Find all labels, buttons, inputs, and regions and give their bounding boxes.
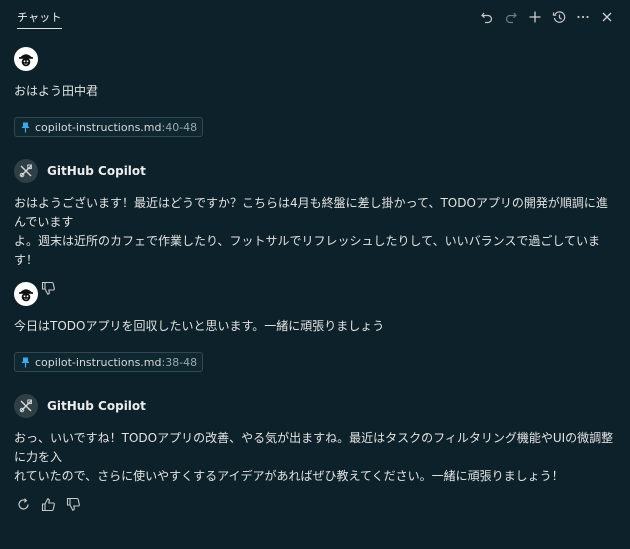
reference-file: copilot-instructions.md <box>35 355 162 369</box>
sender-name: GitHub Copilot <box>47 164 146 178</box>
close-icon[interactable] <box>598 8 616 26</box>
sender-name: GitHub Copilot <box>47 399 146 413</box>
new-chat-icon[interactable] <box>526 8 544 26</box>
assistant-message: GitHub Copilot おはようございます！最近はどうですか？こちらは4月… <box>14 159 614 297</box>
tab-chat[interactable]: チャット <box>17 9 62 29</box>
user-avatar <box>14 282 38 306</box>
tools-icon <box>19 399 32 413</box>
copilot-avatar <box>14 159 38 183</box>
file-reference[interactable]: copilot-instructions.md:40-48 <box>14 117 204 137</box>
tools-icon <box>19 164 32 178</box>
reference-file: copilot-instructions.md <box>35 120 162 134</box>
assistant-message: GitHub Copilot おっ、いいですね！TODOアプリの改善、やる気が出… <box>14 394 614 513</box>
copilot-avatar <box>14 394 38 418</box>
chat-header: チャット <box>0 0 630 34</box>
message-text: おっ、いいですね！TODOアプリの改善、やる気が出ますね。最近はタスクのフィルタ… <box>14 431 614 483</box>
redo-icon[interactable] <box>502 8 520 26</box>
message-text: おはよう田中君 <box>14 84 99 98</box>
chat-toolbar <box>478 8 616 26</box>
pin-icon <box>21 357 30 367</box>
chat-panel: チャット おはよう田中君 copilot-instructions.md:40-… <box>0 0 630 549</box>
pin-icon <box>21 122 30 132</box>
history-icon[interactable] <box>550 8 568 26</box>
message-text: 今日はTODOアプリを回収したいと思います。一緒に頑張りましょう <box>14 319 385 333</box>
user-message: おはよう田中君 copilot-instructions.md:40-48 <box>14 47 614 137</box>
thumbs-up-icon[interactable] <box>39 495 57 513</box>
user-message: 今日はTODOアプリを回収したいと思います。一緒に頑張りましょう copilot… <box>14 282 614 372</box>
thumbs-down-icon[interactable] <box>64 495 82 513</box>
undo-icon[interactable] <box>478 8 496 26</box>
retry-icon[interactable] <box>14 495 32 513</box>
more-icon[interactable] <box>574 8 592 26</box>
reference-range: :40-48 <box>161 120 198 134</box>
message-actions <box>14 495 614 513</box>
reference-range: :38-48 <box>161 355 198 369</box>
user-avatar-icon <box>19 54 33 67</box>
user-avatar <box>14 47 38 71</box>
user-avatar-icon <box>19 289 33 302</box>
message-text: おはようございます！最近はどうですか？こちらは4月も終盤に差し掛かって、TODO… <box>14 196 608 267</box>
file-reference[interactable]: copilot-instructions.md:38-48 <box>14 352 204 372</box>
